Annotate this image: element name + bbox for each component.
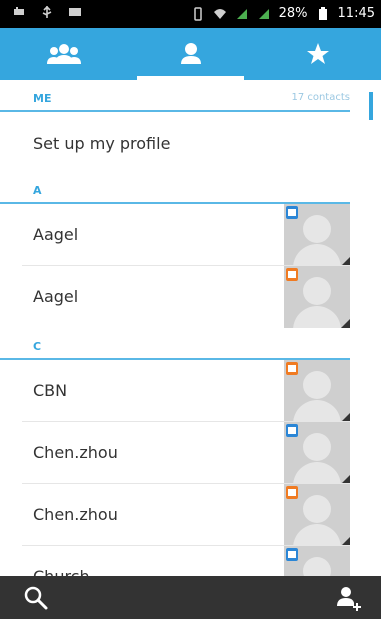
avatar[interactable]: [284, 204, 350, 266]
vibrate-icon: [193, 6, 202, 21]
contact-row[interactable]: Chen.zhou: [0, 422, 350, 484]
contact-name: Church: [33, 567, 90, 576]
image-icon: [69, 8, 81, 16]
contact-list[interactable]: ME 17 contacts Set up my profile A Aagel…: [0, 80, 381, 576]
section-letter: A: [33, 184, 42, 197]
avatar[interactable]: [284, 266, 350, 328]
tab-groups[interactable]: [0, 28, 127, 80]
bottom-action-bar: [0, 576, 381, 619]
contact-name: Aagel: [33, 287, 79, 306]
account-badge-icon: [286, 268, 298, 281]
scrollbar[interactable]: [369, 92, 373, 120]
contact-name: Aagel: [33, 225, 79, 244]
notification-icon: [14, 7, 24, 15]
account-badge-icon: [286, 548, 298, 561]
signal-icon: [258, 8, 269, 19]
account-badge-icon: [286, 424, 298, 437]
contact-name: CBN: [33, 381, 68, 400]
wifi-icon: [213, 8, 226, 19]
contact-row[interactable]: Aagel: [0, 204, 350, 266]
notification-icons: [12, 5, 82, 19]
account-badge-icon: [286, 486, 298, 499]
section-header-a: A: [0, 172, 350, 204]
section-title: ME: [33, 92, 52, 105]
search-icon: [24, 586, 48, 610]
contact-row[interactable]: Aagel: [0, 266, 350, 328]
section-letter: C: [33, 340, 42, 353]
account-badge-icon: [286, 206, 298, 219]
usb-icon: [42, 5, 52, 18]
add-contact-icon: [337, 587, 361, 611]
tab-bar: [0, 28, 381, 80]
contact-row[interactable]: Chen.zhou: [0, 484, 350, 546]
account-badge-icon: [286, 362, 298, 375]
add-contact-button[interactable]: [334, 584, 362, 612]
contact-name: Chen.zhou: [33, 443, 118, 462]
avatar[interactable]: [284, 546, 350, 576]
star-icon: [306, 43, 329, 64]
setup-profile-row[interactable]: Set up my profile: [0, 112, 350, 170]
avatar[interactable]: [284, 422, 350, 484]
setup-profile-label: Set up my profile: [33, 134, 171, 153]
section-header-me: ME 17 contacts: [0, 80, 350, 112]
person-icon: [180, 43, 201, 64]
system-status: 28% 11:45: [191, 6, 375, 21]
contact-row[interactable]: Church: [0, 546, 350, 576]
status-bar: 28% 11:45: [0, 0, 381, 28]
avatar[interactable]: [284, 484, 350, 546]
signal-icon: [236, 8, 247, 19]
section-header-c: C: [0, 328, 350, 360]
battery-icon: [318, 6, 327, 20]
tab-contacts[interactable]: [127, 28, 254, 80]
avatar[interactable]: [284, 360, 350, 422]
contact-row[interactable]: CBN: [0, 360, 350, 422]
contact-count: 17 contacts: [291, 92, 350, 103]
search-button[interactable]: [22, 584, 50, 612]
contact-name: Chen.zhou: [33, 505, 118, 524]
tab-favorites[interactable]: [254, 28, 381, 80]
battery-percent: 28%: [278, 6, 308, 21]
groups-icon: [46, 44, 81, 64]
clock: 11:45: [337, 6, 375, 21]
